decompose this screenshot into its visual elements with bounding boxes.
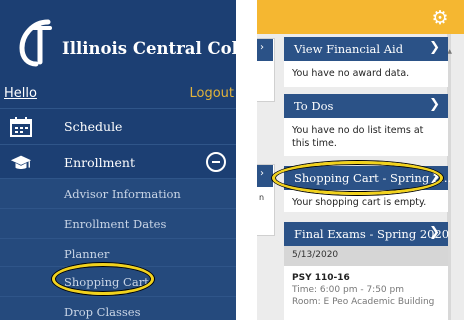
partial-card-header: › [257,39,273,61]
sidebar-item-label: Enrollment [64,155,135,170]
exam-room: Room: E Peo Academic Building [292,297,435,307]
card-todos: To Dos ❯ You have no do list items at th… [284,94,448,156]
hello-link[interactable]: Hello [4,86,37,101]
card-body-text: You have no do list items at this time. [292,125,424,149]
calendar-icon [10,117,32,137]
card-body-text: You have no award data. [292,68,410,79]
partial-card: › [257,38,275,102]
dashboard: ⚙ › › n ▲ View Financial Aid ❯ You have … [257,0,464,320]
card-final-exams: Final Exams - Spring 2020 ❯ 5/13/2020 PS… [284,222,450,320]
chevron-right-icon: ❯ [429,40,440,55]
sidebar-subitem-advisor-information[interactable]: Advisor Information [0,178,236,208]
graduation-cap-icon [10,155,32,169]
card-title: To Dos [294,99,334,113]
exam-entry[interactable]: PSY 110-16 Time: 6:00 pm - 7:50 pm Room:… [284,266,448,314]
card-title: View Financial Aid [294,42,404,56]
exam-course-code: PSY 110-16 [292,273,350,283]
logout-link[interactable]: Logout [189,86,234,101]
sidebar-subitem-label: Advisor Information [64,187,181,201]
sidebar-subitem-label: Enrollment Dates [64,217,167,231]
sidebar-subitem-drop-classes[interactable]: Drop Classes [0,296,236,320]
partial-card-header: › [257,165,273,187]
partial-card-text: n [259,193,265,202]
chevron-right-icon: › [260,42,264,53]
chevron-right-icon: › [260,168,264,179]
card-financial-aid: View Financial Aid ❯ You have no award d… [284,37,448,87]
college-logo-mark-icon [19,19,52,67]
dashboard-header: ⚙ [257,0,464,34]
chevron-right-icon: ❯ [429,97,440,112]
card-header-financial-aid[interactable]: View Financial Aid ❯ [284,37,448,61]
sidebar-item-enrollment[interactable]: Enrollment [0,144,236,180]
sidebar-subitem-enrollment-dates[interactable]: Enrollment Dates [0,208,236,238]
exam-date: 5/13/2020 [284,246,448,266]
exam-time: Time: 6:00 pm - 7:50 pm [292,285,404,295]
college-name: Illinois Central College [62,39,236,58]
card-title: Final Exams - Spring 2020 [294,227,450,241]
card-header-todos[interactable]: To Dos ❯ [284,94,448,118]
college-logo[interactable]: Illinois Central College [18,18,236,76]
collapse-icon[interactable] [206,152,226,172]
sidebar-item-label: Schedule [64,119,123,134]
gear-icon[interactable]: ⚙ [430,8,450,28]
sidebar-subitem-label: Planner [64,247,110,261]
highlight-ring [52,263,154,295]
chevron-right-icon: ❯ [429,225,440,240]
sidebar-subitem-label: Drop Classes [64,305,141,319]
highlight-ring [272,161,443,195]
card-header-final-exams[interactable]: Final Exams - Spring 2020 ❯ [284,222,450,246]
sidebar-item-schedule[interactable]: Schedule [0,108,236,144]
scroll-up-icon[interactable]: ▲ [447,48,452,55]
